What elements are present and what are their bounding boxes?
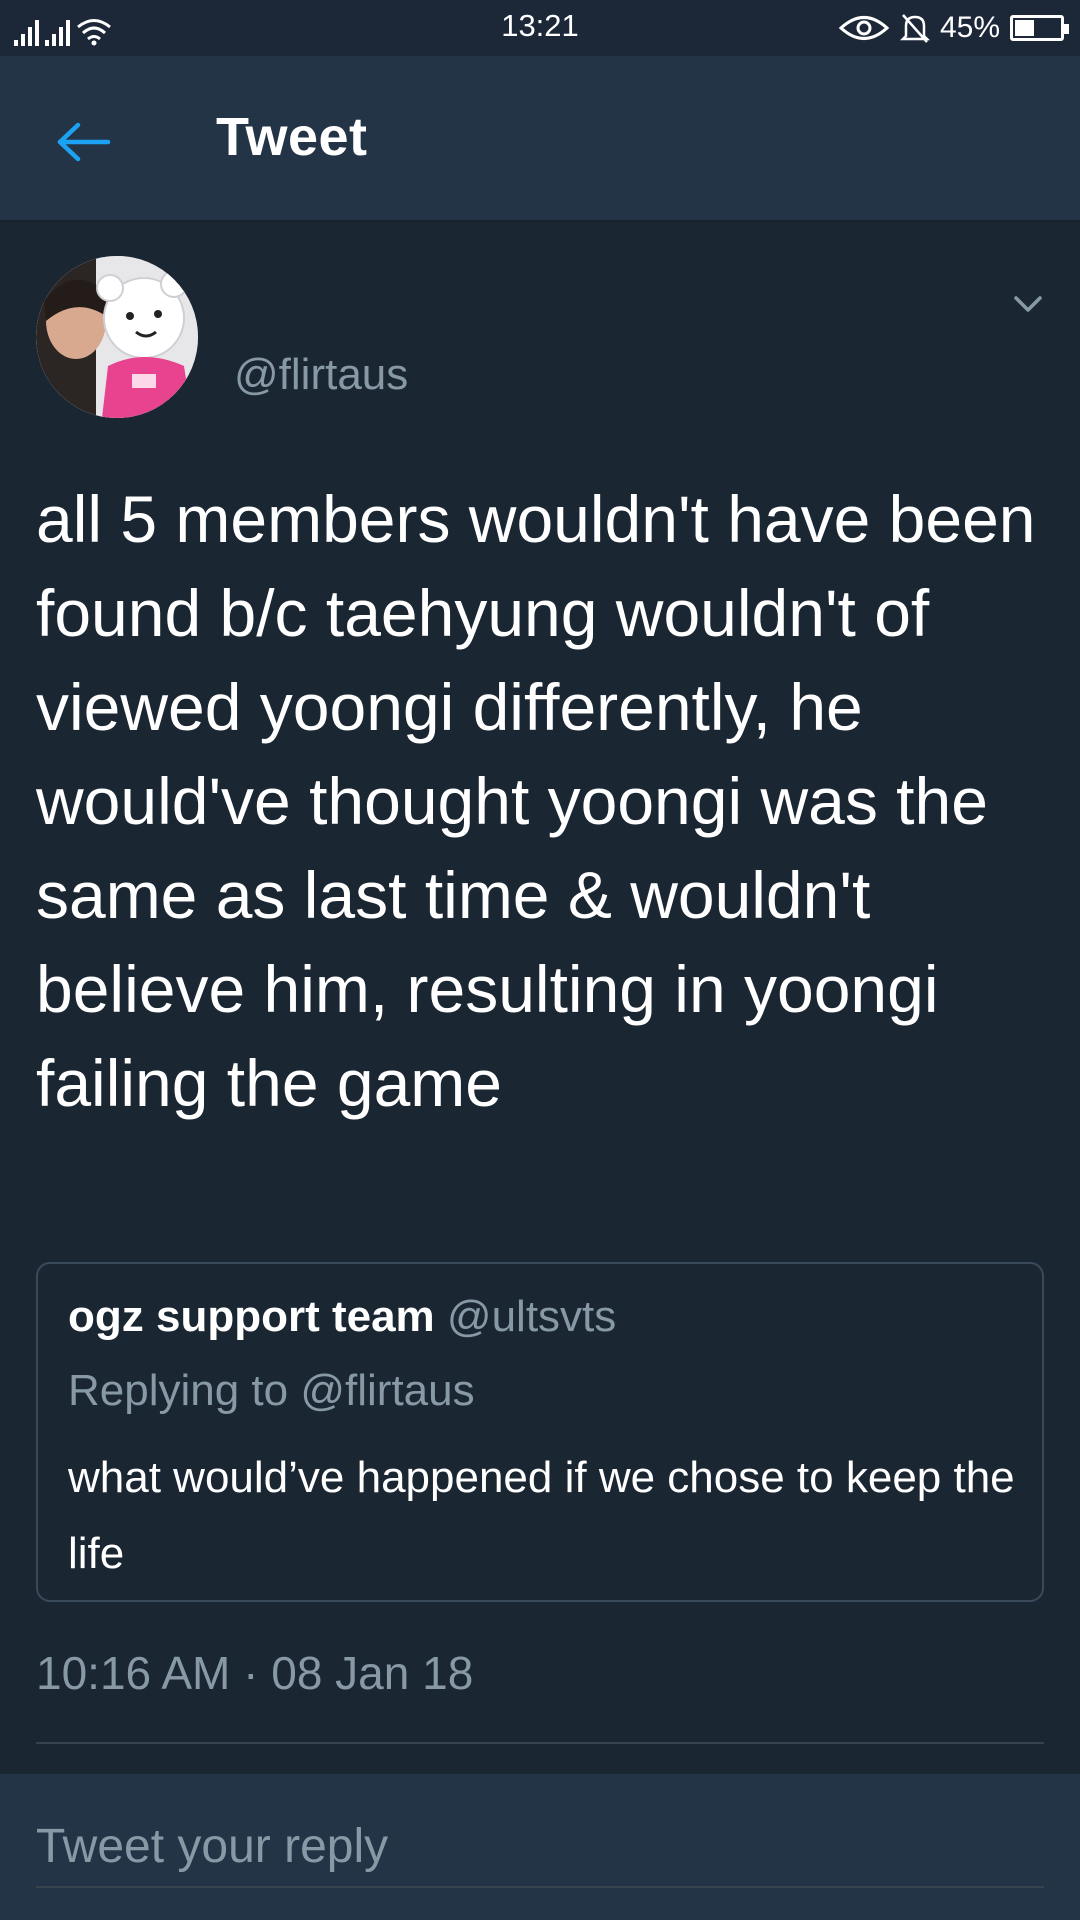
chevron-down-icon (1014, 296, 1042, 312)
arrow-left-icon (57, 122, 111, 162)
battery-icon (1010, 15, 1069, 41)
status-bar: 13:21 45% (0, 0, 1080, 56)
avatar-image (36, 256, 198, 418)
status-right: 45% (838, 8, 1069, 48)
page-title: Tweet (216, 107, 368, 167)
battery-percent: 45% (939, 11, 1000, 44)
quoted-author-handle: @ultsvts (446, 1292, 617, 1341)
author-handle[interactable]: @flirtaus (234, 350, 408, 400)
avatar[interactable] (36, 256, 198, 418)
tweet-timestamp: 10:16 AM · 08 Jan 18 (36, 1647, 474, 1699)
bell-off-icon (899, 14, 930, 43)
back-button[interactable] (52, 110, 116, 174)
quoted-tweet-header: ogz support team @ultsvts (68, 1292, 616, 1342)
eye-icon (838, 16, 890, 40)
tweet-options-button[interactable] (1008, 284, 1048, 324)
reply-input[interactable] (36, 1806, 1044, 1888)
quoted-author-name: ogz support team (68, 1292, 435, 1341)
quoted-replying-to: Replying to @flirtaus (68, 1366, 475, 1415)
reply-bar (0, 1774, 1080, 1920)
tweet-text: all 5 members wouldn't have been found b… (36, 482, 1036, 1120)
quoted-tweet-text: what would’ve happened if we chose to ke… (68, 1453, 1015, 1578)
divider (36, 1742, 1044, 1744)
battery-fill (1015, 20, 1034, 36)
app-header: Tweet (0, 56, 1080, 222)
quoted-tweet[interactable]: ogz support team @ultsvts Replying to @f… (36, 1262, 1044, 1602)
